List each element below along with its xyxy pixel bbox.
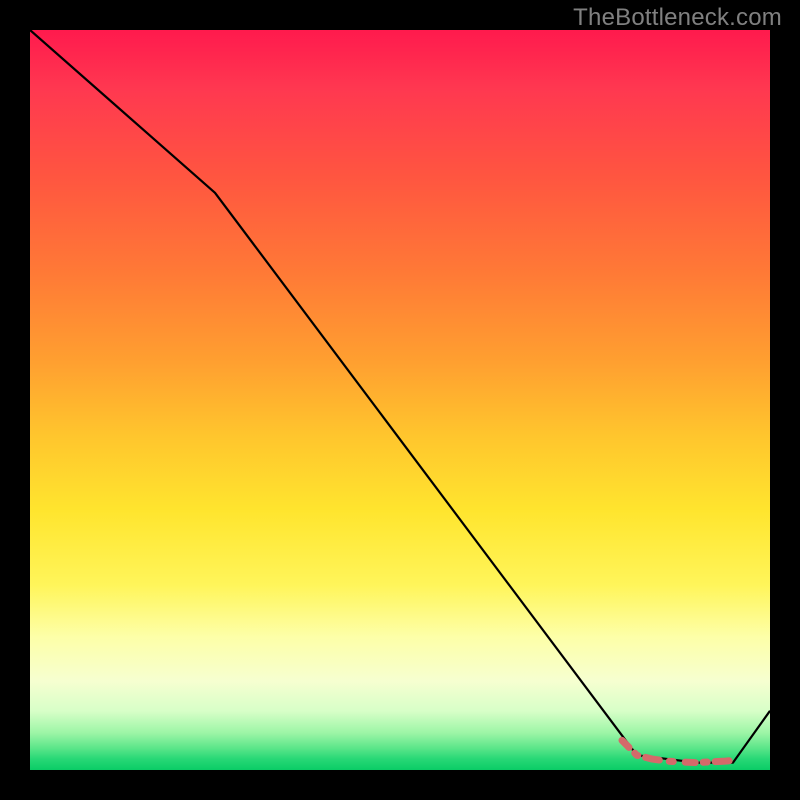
watermark-text: TheBottleneck.com: [573, 4, 782, 32]
plot-area: [30, 30, 770, 770]
chart-svg: [30, 30, 770, 770]
chart-frame: TheBottleneck.com: [0, 0, 800, 800]
bottleneck-curve-line: [30, 30, 770, 763]
